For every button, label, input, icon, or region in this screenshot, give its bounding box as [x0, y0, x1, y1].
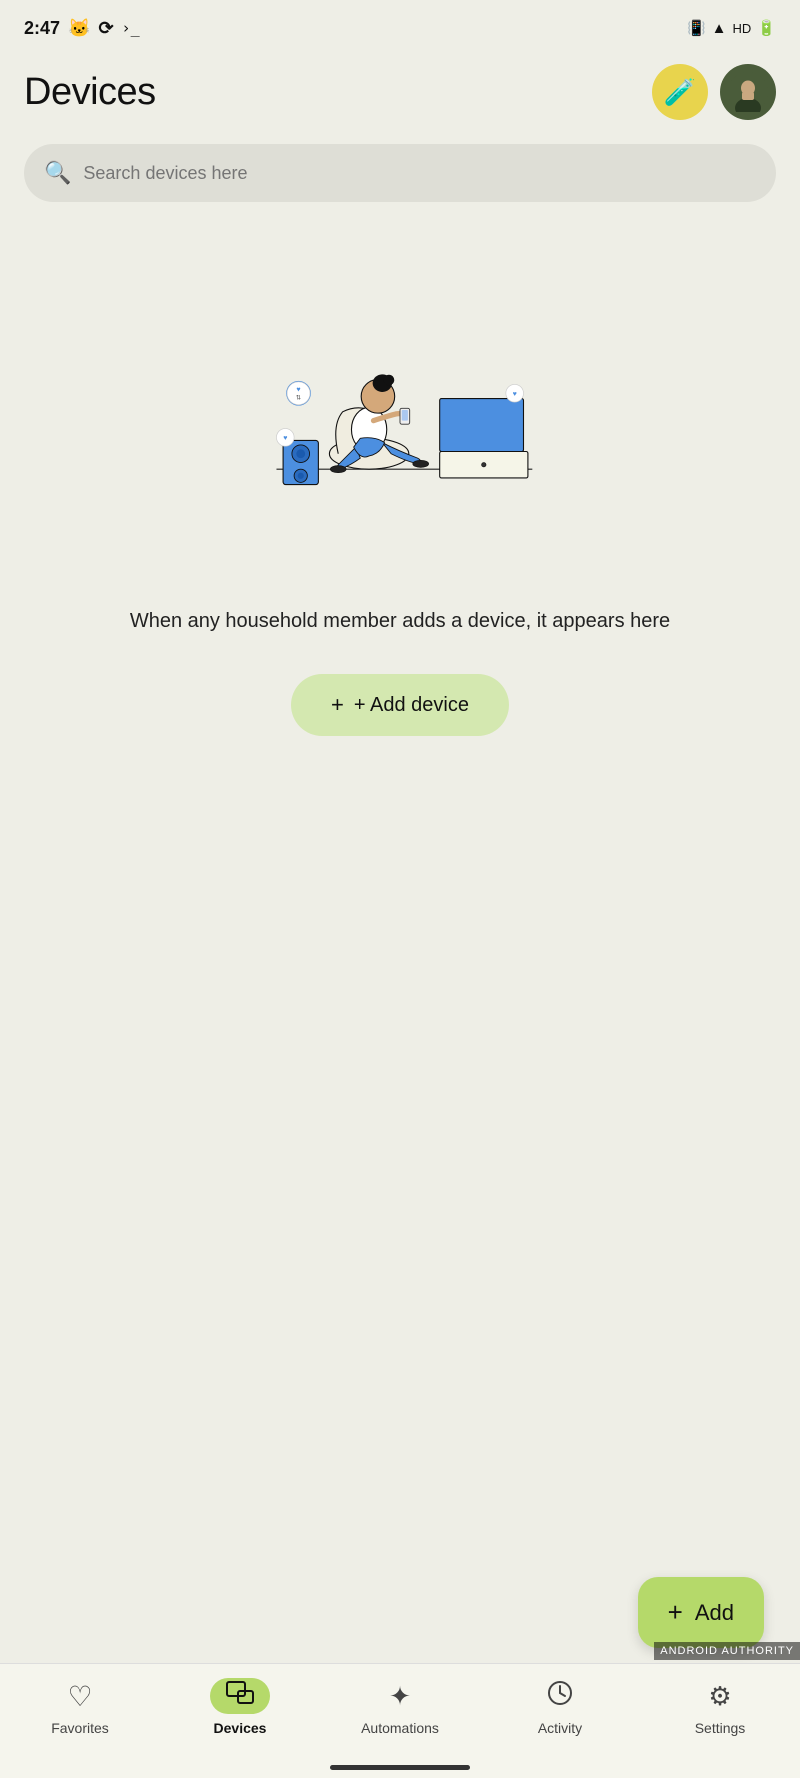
- empty-state-text: When any household member adds a device,…: [70, 582, 730, 646]
- svg-text:♥: ♥: [296, 386, 300, 393]
- status-time: 2:47: [24, 18, 60, 39]
- nav-item-automations[interactable]: ✦ Automations: [320, 1678, 480, 1736]
- search-bar: 🔍: [24, 144, 776, 202]
- history-icon: [546, 1679, 574, 1714]
- fab-plus-icon: +: [668, 1597, 683, 1628]
- activity-label: Activity: [538, 1720, 582, 1736]
- illustration-container: ♥ ♥ ♥ ⇅: [210, 222, 590, 582]
- lab-button[interactable]: 🧪: [652, 64, 708, 120]
- battery-icon: 🔋: [757, 19, 776, 37]
- avatar-image: [728, 72, 768, 112]
- automations-label: Automations: [361, 1720, 439, 1736]
- add-device-label: + Add device: [354, 694, 469, 717]
- settings-label: Settings: [695, 1720, 746, 1736]
- page-title: Devices: [24, 71, 156, 114]
- activity-icon-wrap: [530, 1678, 590, 1714]
- header: Devices 🧪: [0, 52, 800, 136]
- svg-text:♥: ♥: [283, 435, 287, 442]
- status-left: 2:47 🐱 ⟳ ›_: [24, 18, 140, 39]
- nav-item-activity[interactable]: Activity: [480, 1678, 640, 1736]
- status-icon-cat: 🐱: [68, 18, 90, 39]
- signal-icon: HD: [733, 21, 752, 36]
- wifi-icon: ▲: [712, 20, 727, 37]
- status-icon-refresh: ⟳: [98, 18, 113, 39]
- devices-icon-wrap: [210, 1678, 270, 1714]
- fab-add-button[interactable]: + Add: [638, 1577, 764, 1648]
- header-actions: 🧪: [652, 64, 776, 120]
- status-bar: 2:47 🐱 ⟳ ›_ 📳 ▲ HD 🔋: [0, 0, 800, 52]
- automations-icon-wrap: ✦: [370, 1678, 430, 1714]
- heart-icon: ♡: [67, 1680, 92, 1713]
- search-container: 🔍: [0, 136, 800, 222]
- favorites-label: Favorites: [51, 1720, 109, 1736]
- status-icon-terminal: ›_: [122, 19, 140, 37]
- home-indicator: [330, 1765, 470, 1770]
- nav-item-favorites[interactable]: ♡ Favorites: [0, 1678, 160, 1736]
- svg-text:♥: ♥: [513, 391, 517, 398]
- svg-text:⇅: ⇅: [296, 394, 301, 401]
- nav-item-settings[interactable]: ⚙ Settings: [640, 1678, 800, 1736]
- fab-label: Add: [695, 1600, 734, 1626]
- vibrate-icon: 📳: [687, 19, 706, 37]
- illustration: ♥ ♥ ♥ ⇅: [250, 328, 550, 487]
- nav-item-devices[interactable]: Devices: [160, 1678, 320, 1736]
- bottom-nav: ♡ Favorites Devices ✦ Automations: [0, 1663, 800, 1778]
- main-content: ♥ ♥ ♥ ⇅ When any household member adds a…: [0, 222, 800, 736]
- devices-icon: [225, 1680, 255, 1712]
- add-device-plus-icon: +: [331, 692, 344, 718]
- status-icons: 📳 ▲ HD 🔋: [687, 19, 776, 37]
- search-input[interactable]: [83, 163, 756, 184]
- add-device-button[interactable]: + + Add device: [291, 674, 509, 736]
- lab-icon: 🧪: [664, 77, 696, 108]
- search-icon: 🔍: [44, 160, 71, 186]
- sparkle-icon: ✦: [389, 1681, 411, 1712]
- watermark: ANDROID AUTHORITY: [654, 1642, 800, 1660]
- favorites-icon-wrap: ♡: [50, 1678, 110, 1714]
- devices-label: Devices: [214, 1720, 267, 1736]
- avatar[interactable]: [720, 64, 776, 120]
- gear-icon: ⚙: [708, 1681, 731, 1712]
- settings-icon-wrap: ⚙: [690, 1678, 750, 1714]
